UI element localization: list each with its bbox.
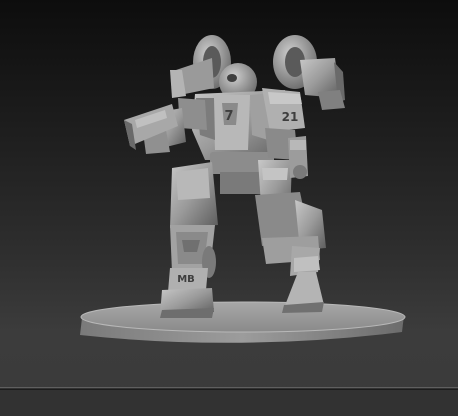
right-leg: [255, 192, 326, 313]
left-arm: [124, 98, 207, 154]
shoulder-number: 21: [282, 110, 299, 124]
left-leg: MB: [160, 162, 218, 318]
mech-model-render[interactable]: 7 21 MB: [0, 0, 458, 390]
leg-marking: MB: [177, 274, 195, 285]
chest-marking: 7: [224, 109, 233, 124]
display-base: [80, 301, 406, 343]
bottom-toolbar: [0, 387, 458, 416]
3d-viewport[interactable]: 7 21 MB: [0, 0, 458, 416]
